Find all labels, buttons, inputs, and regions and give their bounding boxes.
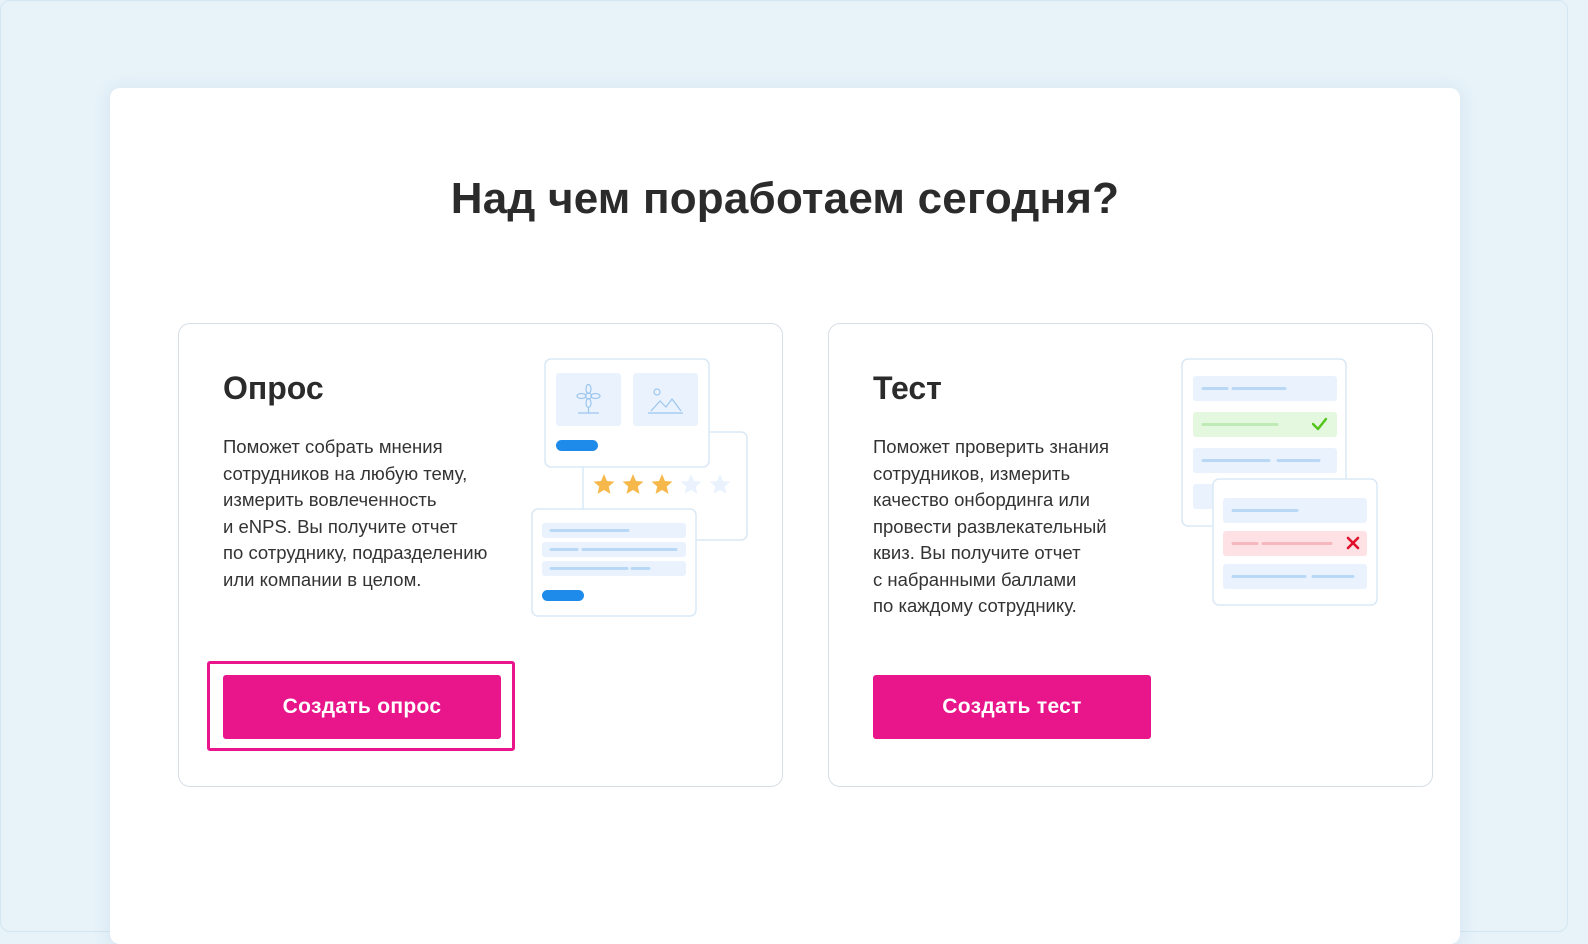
test-card: Тест Поможет проверить знания сотруднико… [828,323,1433,787]
page-title: Над чем поработаем сегодня? [450,174,1120,223]
test-card-description: Поможет проверить знания сотрудников, из… [873,436,1109,616]
survey-card: Опрос Поможет собрать мнения сотрудников… [178,323,783,787]
survey-card-title: Опрос [223,370,324,406]
test-illustration [1181,358,1378,606]
test-card-title: Тест [873,370,942,406]
survey-card-description: Поможет собрать мнения сотрудников на лю… [223,436,488,590]
create-survey-button[interactable]: Создать опрос [223,675,501,739]
main-panel: Над чем поработаем сегодня? Опрос Поможе… [110,88,1460,944]
survey-illustration [531,358,748,617]
create-test-button[interactable]: Создать тест [873,675,1151,739]
